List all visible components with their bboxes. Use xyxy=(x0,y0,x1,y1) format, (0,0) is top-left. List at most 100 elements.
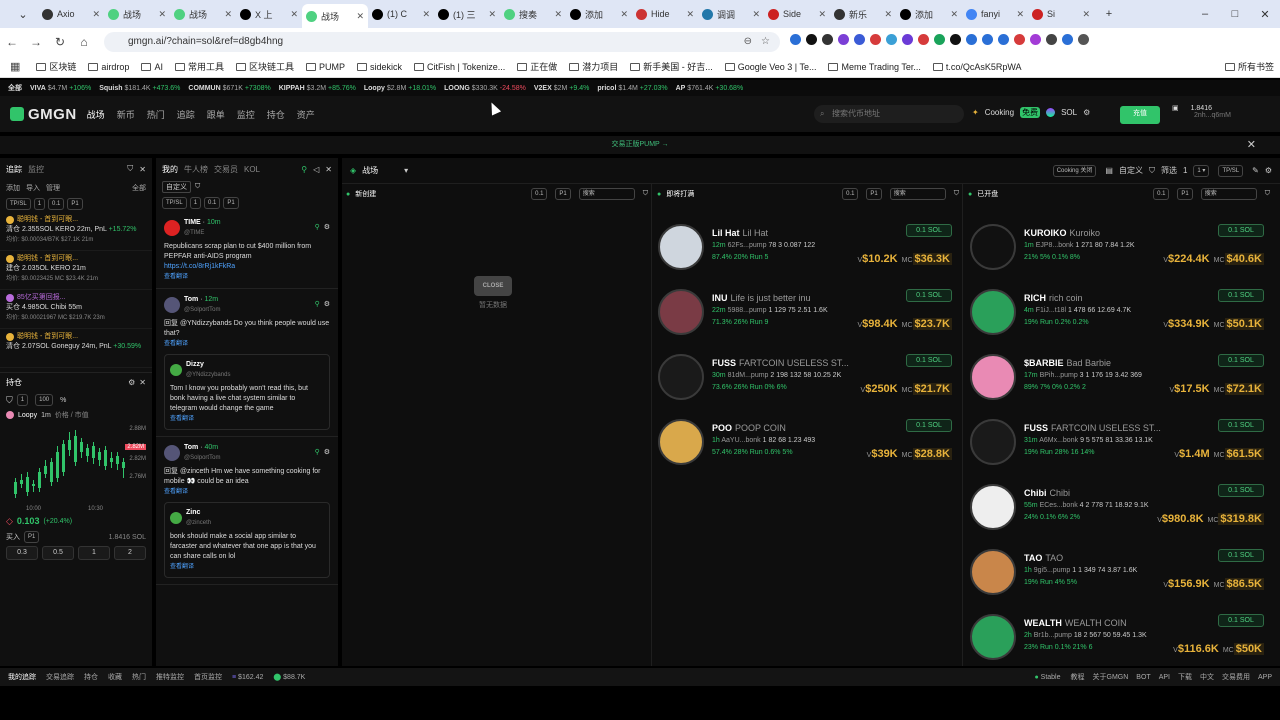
nav-item[interactable]: 热门 xyxy=(147,108,165,121)
bookmark-item[interactable]: 新手美国 - 好吉... xyxy=(624,60,719,73)
quick-buy-button[interactable]: 0.1 SOL xyxy=(906,224,952,237)
token-card[interactable]: FUSS FARTCOIN USELESS ST... 31m A6Mx...bon… xyxy=(966,415,1266,480)
browser-tab[interactable]: (1) C ✕ xyxy=(368,3,434,25)
settings-gear-icon[interactable]: ⚙ xyxy=(1083,108,1090,117)
manage-button[interactable]: 管理 xyxy=(46,183,60,193)
token-avatar[interactable] xyxy=(970,549,1016,595)
amount-selector[interactable]: 0.1 xyxy=(48,198,65,210)
quick-buy-button[interactable]: 0.1 SOL xyxy=(1218,289,1264,302)
zoom-icon[interactable]: ⊖ xyxy=(744,32,752,52)
tracking-item[interactable]: 聪明钱 - 首到可眼... 建仓 2.035OL KERO 21m 均价: $0.0… xyxy=(0,251,152,290)
cooking-off-toggle[interactable]: Cooking 关闭 xyxy=(1052,164,1097,177)
cooking-label[interactable]: Cooking xyxy=(985,108,1014,117)
quick-buy-button[interactable]: 0.1 SOL xyxy=(1218,614,1264,627)
token-card[interactable]: TAO TAO 1h 9gi5...pump 1 1 349 74 3.87 1.6… xyxy=(966,545,1266,610)
ticker-item[interactable]: AP $761.4K +30.68% xyxy=(676,85,744,92)
tracking-item[interactable]: 聪明钱 - 首到可眼... 清仓 2.355SOL KERO 22m, PnL +… xyxy=(0,212,152,251)
token-card[interactable]: Lil Hat Lil Hat 12m 62Fs...pump 78 3 0.087… xyxy=(654,220,954,285)
add-wallet-button[interactable]: 添加 xyxy=(6,183,20,193)
feed-pin-icon[interactable]: ⚲ xyxy=(301,165,307,174)
bookmark-item[interactable]: airdrop xyxy=(82,62,135,72)
extension-icon[interactable] xyxy=(966,34,977,45)
buy-preset[interactable]: P1 xyxy=(24,531,40,543)
tweet-settings-icon[interactable]: ⚙ xyxy=(324,300,330,310)
token-avatar[interactable] xyxy=(658,419,704,465)
column-filter-icon[interactable]: ⛉ xyxy=(954,190,959,198)
nav-item[interactable]: 持仓 xyxy=(267,108,285,121)
extension-icon[interactable] xyxy=(902,34,913,45)
holdings-qty[interactable]: 100 xyxy=(35,394,54,406)
close-tab-icon[interactable]: ✕ xyxy=(488,9,496,20)
extension-icon[interactable] xyxy=(918,34,929,45)
status-item[interactable]: 热门 xyxy=(132,672,146,682)
close-tab-icon[interactable]: ✕ xyxy=(554,9,562,20)
feed-tpsl-toggle[interactable]: TP/SL xyxy=(162,197,187,209)
browser-tab[interactable]: Axio ✕ xyxy=(38,3,104,25)
bookmark-item[interactable]: Meme Trading Ter... xyxy=(822,62,926,72)
token-avatar[interactable] xyxy=(970,224,1016,270)
bookmark-star-icon[interactable]: ☆ xyxy=(761,32,770,52)
quick-buy-button[interactable]: 0.1 SOL xyxy=(906,419,952,432)
extension-icon[interactable] xyxy=(838,34,849,45)
quick-buy-button[interactable]: 0.1 SOL xyxy=(906,354,952,367)
feed-tab[interactable]: 交易员 xyxy=(214,164,238,175)
quick-buy-button[interactable]: 0.1 SOL xyxy=(906,289,952,302)
close-tab-icon[interactable]: ✕ xyxy=(752,9,760,20)
quick-buy-button[interactable]: 0.1 SOL xyxy=(1218,419,1264,432)
tab-monitor[interactable]: 监控 xyxy=(28,164,44,175)
column-filter-icon[interactable]: ⛉ xyxy=(1265,190,1270,198)
battlefield-title[interactable]: 战场 xyxy=(362,165,378,176)
status-item[interactable]: 首页监控 xyxy=(194,672,222,682)
extension-icon[interactable] xyxy=(1030,34,1041,45)
status-right-item[interactable]: 教程 xyxy=(1071,672,1085,682)
bookmark-item[interactable]: t.co/QcAsK5RpWA xyxy=(927,62,1028,72)
browser-tab[interactable]: 添加 ✕ xyxy=(566,3,632,25)
close-panel-icon[interactable]: ✕ xyxy=(139,165,146,174)
deposit-button[interactable]: 充值 xyxy=(1120,106,1160,124)
close-banner-icon[interactable]: ✕ xyxy=(1247,136,1256,154)
column-preset[interactable]: P1 xyxy=(1177,188,1193,200)
promo-banner[interactable]: 交易正版PUMP → ✕ xyxy=(0,136,1280,154)
tracking-item[interactable]: 85亿买第回报... 买仓 4.985OL Chibi 55m 均价: $0.000… xyxy=(0,290,152,329)
app-logo[interactable]: GMGN xyxy=(28,106,77,123)
status-item[interactable]: 收藏 xyxy=(108,672,122,682)
browser-tab[interactable]: (1) 三 ✕ xyxy=(434,3,500,25)
nav-item[interactable]: 战场 xyxy=(87,108,105,121)
browser-tab[interactable]: 战场 ✕ xyxy=(104,3,170,25)
column-title[interactable]: 新创建 xyxy=(355,189,376,199)
quick-buy-button[interactable]: 0.1 SOL xyxy=(1218,484,1264,497)
translate-link[interactable]: 查看翻译 xyxy=(164,272,330,282)
quick-buy-button[interactable]: 0.3 xyxy=(6,546,38,560)
holdings-settings-icon[interactable]: ⚙ xyxy=(128,378,135,387)
status-right-item[interactable]: 关于GMGN xyxy=(1093,672,1129,682)
new-tab-button[interactable]: + xyxy=(1094,8,1124,20)
column-title[interactable]: 即将打满 xyxy=(666,189,694,199)
column-amount[interactable]: 0.1 xyxy=(842,188,859,200)
tweet-card[interactable]: TIME · 10m @TIME ⚲ ⚙ Republicans scrap plan … xyxy=(156,212,338,289)
close-tab-icon[interactable]: ✕ xyxy=(290,9,298,20)
close-tab-icon[interactable]: ✕ xyxy=(158,9,166,20)
token-card[interactable]: KUROIKO Kuroiko 1m EJP8...bonk 1 271 80 7.… xyxy=(966,220,1266,285)
profile-avatar[interactable] xyxy=(1062,34,1073,45)
status-right-item[interactable]: 下载 xyxy=(1178,672,1192,682)
ticker-item[interactable]: KIPPAH $3.2M +85.76% xyxy=(279,85,356,92)
chain-selector[interactable]: SOL xyxy=(1061,108,1077,117)
tpsl-toggle[interactable]: TP/SL xyxy=(6,198,31,210)
ticker-item[interactable]: V2EX $2M +9.4% xyxy=(534,85,589,92)
quoted-tweet[interactable]: Dizzy @YNdizzybands Tom I know you probabl… xyxy=(164,354,330,430)
tweet-pin-icon[interactable]: ⚲ xyxy=(315,223,320,233)
close-tab-icon[interactable]: ✕ xyxy=(224,9,232,20)
feed-tab[interactable]: 我的 xyxy=(162,164,178,175)
browser-tab[interactable]: 搜奏 ✕ xyxy=(500,3,566,25)
status-right-item[interactable]: 交易费用 xyxy=(1222,672,1250,682)
browser-tab[interactable]: 添加 ✕ xyxy=(896,3,962,25)
edit-icon[interactable]: ✎ xyxy=(1252,166,1259,175)
quick-buy-button[interactable]: 0.1 SOL xyxy=(1218,354,1264,367)
tweet-pin-icon[interactable]: ⚲ xyxy=(315,448,320,458)
custom-filter-button[interactable]: 自定义 xyxy=(1119,165,1143,176)
extension-icon[interactable] xyxy=(806,34,817,45)
tweet-settings-icon[interactable]: ⚙ xyxy=(324,448,330,458)
bookmark-item[interactable]: 潜力项目 xyxy=(563,60,624,73)
close-tab-icon[interactable]: ✕ xyxy=(92,9,100,20)
home-icon[interactable]: ⌂ xyxy=(72,35,96,49)
